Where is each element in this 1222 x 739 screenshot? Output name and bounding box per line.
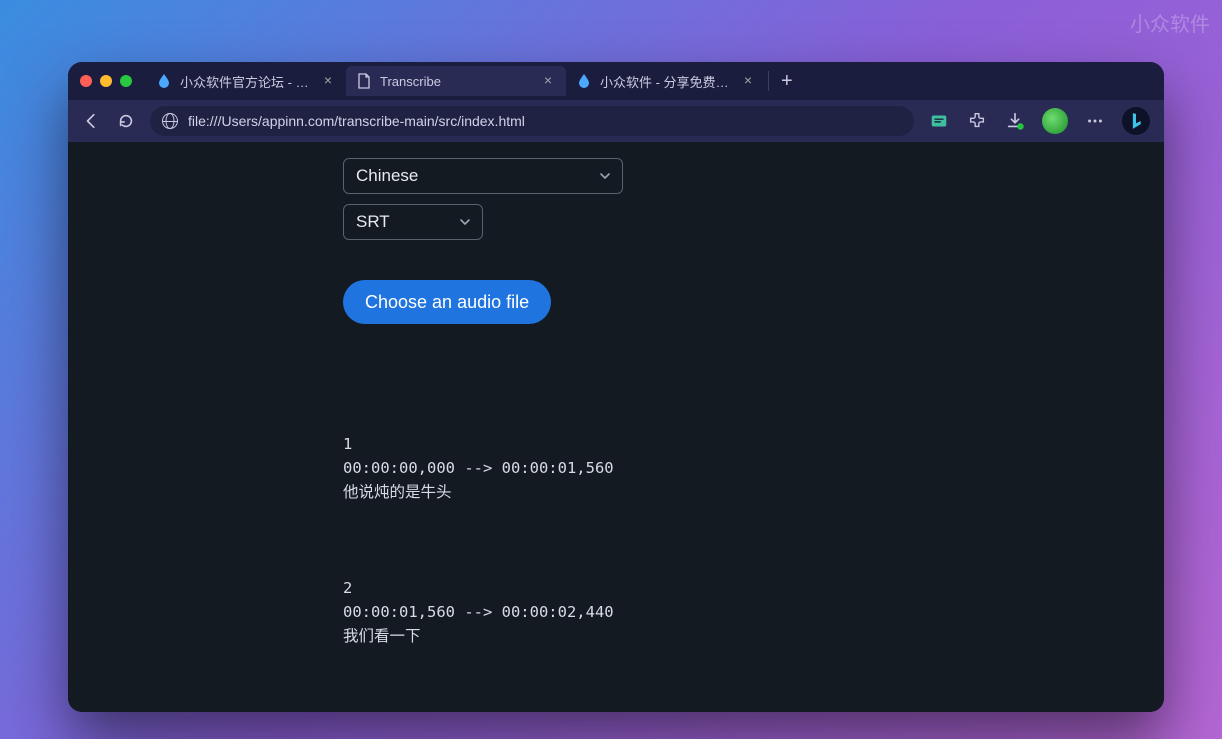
tab-separator [768, 71, 769, 91]
drop-icon [576, 73, 592, 89]
tab-bar: 小众软件官方论坛 - 小众软件 × Transcribe × 小众软件 - 分享… [68, 62, 1164, 100]
new-tab-button[interactable]: + [771, 70, 803, 93]
language-select[interactable]: Chinese [343, 158, 623, 194]
close-tab-icon[interactable]: × [320, 73, 336, 89]
address-bar[interactable]: file:///Users/appinn.com/transcribe-main… [150, 106, 914, 136]
bing-chat-icon[interactable] [1122, 107, 1150, 135]
tab-appinn-forum[interactable]: 小众软件官方论坛 - 小众软件 × [146, 66, 346, 96]
downloads-icon[interactable] [1004, 110, 1026, 132]
tab-title: 小众软件官方论坛 - 小众软件 [180, 72, 312, 91]
globe-icon [162, 113, 178, 129]
minimize-window-icon[interactable] [100, 75, 112, 87]
extensions-icon[interactable] [966, 110, 988, 132]
chevron-down-icon [598, 169, 612, 183]
back-button[interactable] [82, 111, 102, 131]
window-controls [80, 75, 132, 87]
reader-mode-icon[interactable] [928, 110, 950, 132]
toolbar-right [928, 107, 1150, 135]
toolbar: file:///Users/appinn.com/transcribe-main… [68, 100, 1164, 142]
close-tab-icon[interactable]: × [540, 73, 556, 89]
srt-output: 1 00:00:00,000 --> 00:00:01,560 他说炖的是牛头 … [68, 384, 1164, 712]
tab-transcribe[interactable]: Transcribe × [346, 66, 566, 96]
reload-button[interactable] [116, 111, 136, 131]
profile-avatar[interactable] [1042, 108, 1068, 134]
choose-file-button[interactable]: Choose an audio file [343, 280, 551, 324]
tab-appinn-home[interactable]: 小众软件 - 分享免费、小巧、实 × [566, 66, 766, 96]
chevron-down-icon [458, 215, 472, 229]
tab-title: Transcribe [380, 74, 532, 89]
page-content: Chinese SRT Choose an audio file 1 00:00… [68, 142, 1164, 712]
controls: Chinese SRT Choose an audio file [68, 158, 1164, 324]
language-value: Chinese [356, 166, 418, 186]
close-tab-icon[interactable]: × [740, 73, 756, 89]
srt-entry: 1 00:00:00,000 --> 00:00:01,560 他说炖的是牛头 [343, 432, 1164, 504]
format-value: SRT [356, 212, 390, 232]
tab-title: 小众软件 - 分享免费、小巧、实 [600, 72, 732, 91]
srt-entry: 2 00:00:01,560 --> 00:00:02,440 我们看一下 [343, 576, 1164, 648]
maximize-window-icon[interactable] [120, 75, 132, 87]
watermark: 小众软件 [1130, 8, 1210, 37]
format-select[interactable]: SRT [343, 204, 483, 240]
url-text: file:///Users/appinn.com/transcribe-main… [188, 113, 525, 129]
browser-window: 小众软件官方论坛 - 小众软件 × Transcribe × 小众软件 - 分享… [68, 62, 1164, 712]
close-window-icon[interactable] [80, 75, 92, 87]
more-icon[interactable] [1084, 110, 1106, 132]
drop-icon [156, 73, 172, 89]
page-icon [356, 73, 372, 89]
